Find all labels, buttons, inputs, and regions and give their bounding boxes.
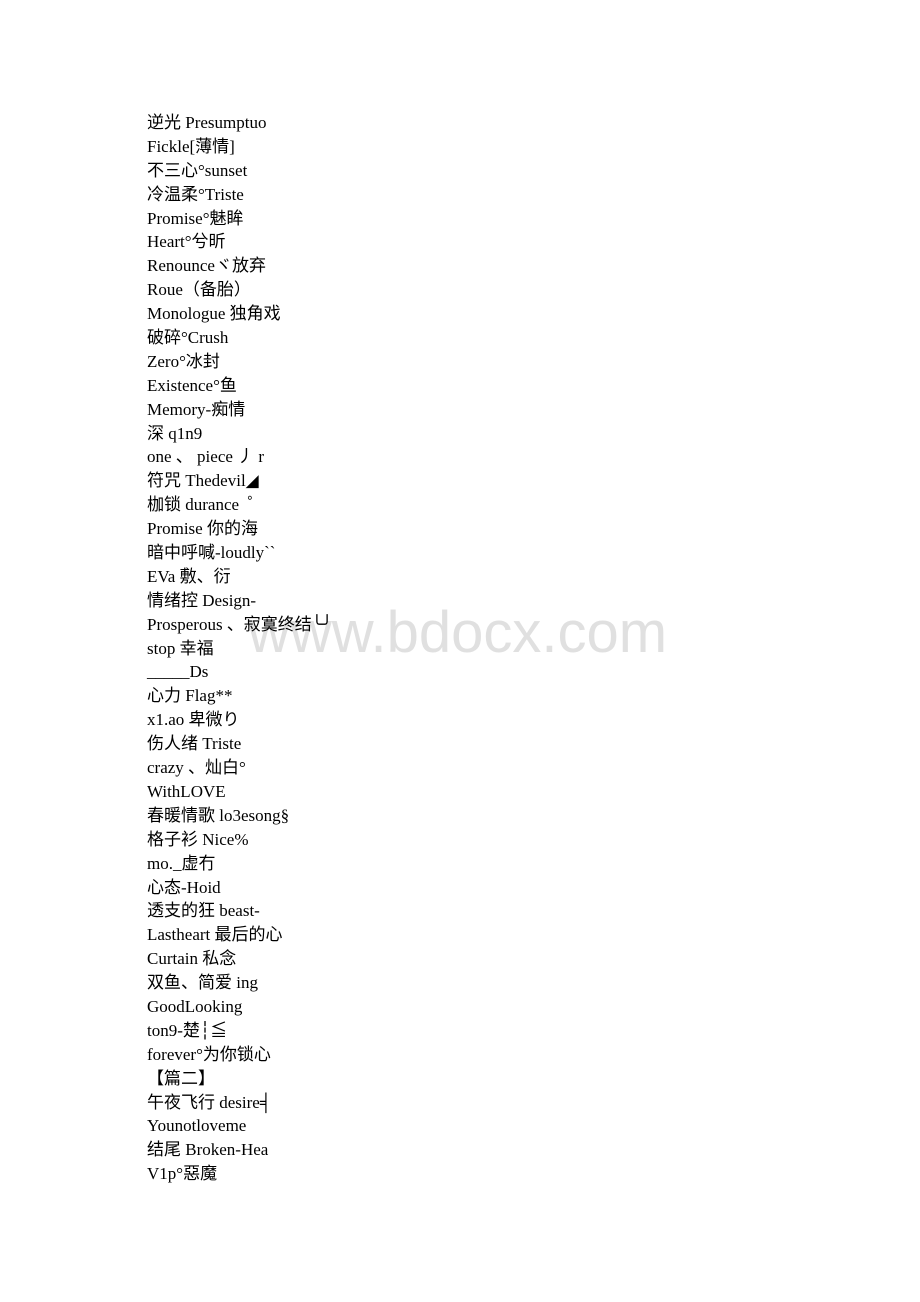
text-line: forever°为你锁心 (147, 1044, 271, 1064)
text-line: Roue（备胎） (147, 280, 251, 300)
text-line: 破碎°Crush (147, 328, 229, 348)
text-line: Prosperous 、寂寞终结╰╯ (147, 614, 333, 634)
text-line: Renounceヾ放弃 (147, 256, 266, 276)
text-line: crazy 、灿白° (147, 758, 246, 778)
text-line: Zero°冰封 (147, 351, 220, 371)
text-line: mo._虚冇 (147, 853, 216, 873)
text-line: V1p°惡魔 (147, 1164, 218, 1184)
document-page: www.bdocx.com 逆光 Presumptuo Fickle[薄情] 不… (0, 0, 920, 1302)
text-line: Fickle[薄情] (147, 136, 235, 156)
text-line: 心态-Hoid (147, 877, 221, 897)
text-line: Heart°兮昕 (147, 232, 226, 252)
text-line: x1.ao 卑微り (147, 710, 240, 730)
section-heading: 【篇二】 (147, 1068, 215, 1088)
text-line: 枷锁 durance ゜ (147, 495, 265, 515)
text-line: Lastheart 最后的心 (147, 925, 283, 945)
text-line-list: 逆光 Presumptuo Fickle[薄情] 不三心°sunset 冷温柔°… (147, 111, 332, 1186)
text-line: Memory-痴情 (147, 399, 246, 419)
text-line: WithLOVE (147, 781, 226, 801)
text-line: ton9-楚┆≦ (147, 1020, 228, 1040)
text-line: 深 q1n9 (147, 423, 203, 443)
text-line: stop 幸福 (147, 638, 214, 658)
text-line: Curtain 私念 (147, 949, 237, 969)
text-line: Existence°鱼 (147, 375, 237, 395)
text-line: 冷温柔°Triste (147, 184, 244, 204)
text-line: 透支的狂 beast- (147, 901, 260, 921)
text-line: Younotloveme (147, 1116, 247, 1136)
text-line: 格子衫 Nice% (147, 829, 249, 849)
text-line: Promise°魅眸 (147, 208, 244, 228)
text-line: Monologue 独角戏 (147, 304, 281, 324)
text-line: 双鱼、简爱 ing (147, 973, 258, 993)
text-line: 情绪控 Design- (147, 590, 257, 610)
text-line: 暗中呼喊-loudly`` (147, 543, 276, 563)
text-line: 符咒 Thedevil◢ (147, 471, 259, 491)
text-line: 春暖情歌 lo3esong§ (147, 805, 290, 825)
text-line: 午夜飞行 desire╡ (147, 1092, 272, 1112)
text-line: 心力 Flag** (147, 686, 233, 706)
text-line: 逆光 Presumptuo (147, 113, 267, 132)
text-line: 结尾 Broken-Hea (147, 1140, 269, 1160)
text-line: Promise 你的海 (147, 519, 258, 539)
text-line: one 、 piece 丿 r (147, 447, 265, 467)
text-line: EVa 敷、衍 (147, 566, 231, 586)
text-line: 不三心°sunset (147, 160, 248, 180)
text-line: 伤人绪 Triste (147, 734, 242, 754)
text-line: GoodLooking (147, 996, 243, 1016)
text-line: _____Ds (147, 662, 209, 682)
